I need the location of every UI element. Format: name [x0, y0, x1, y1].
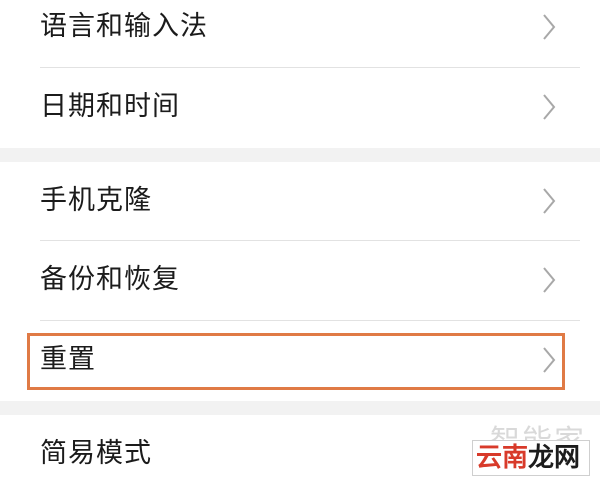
settings-item-date-time[interactable]: 日期和时间 [0, 68, 600, 148]
chevron-right-icon [543, 94, 556, 120]
chevron-right-icon [543, 267, 556, 293]
settings-item-label: 备份和恢复 [40, 264, 180, 295]
settings-item-backup-restore[interactable]: 备份和恢复 [0, 241, 600, 321]
settings-item-label: 日期和时间 [40, 91, 180, 122]
watermark-brand-part1: 云南 [476, 443, 529, 473]
settings-item-label: 手机克隆 [40, 185, 152, 216]
settings-item-label: 重置 [40, 344, 96, 375]
settings-item-label: 语言和输入法 [40, 11, 208, 42]
settings-item-reset[interactable]: 重置 [0, 321, 600, 401]
chevron-right-icon [543, 188, 556, 214]
settings-item-label: 简易模式 [40, 438, 152, 469]
settings-item-phone-clone[interactable]: 手机克隆 [0, 162, 600, 241]
watermark-brand-part2: 龙网 [528, 443, 581, 473]
group-separator [0, 401, 600, 415]
settings-item-language-input[interactable]: 语言和输入法 [0, 0, 600, 68]
group-separator [0, 148, 600, 162]
chevron-right-icon [543, 14, 556, 40]
watermark-logo: 云南龙网 [476, 440, 580, 476]
chevron-right-icon [543, 347, 556, 373]
